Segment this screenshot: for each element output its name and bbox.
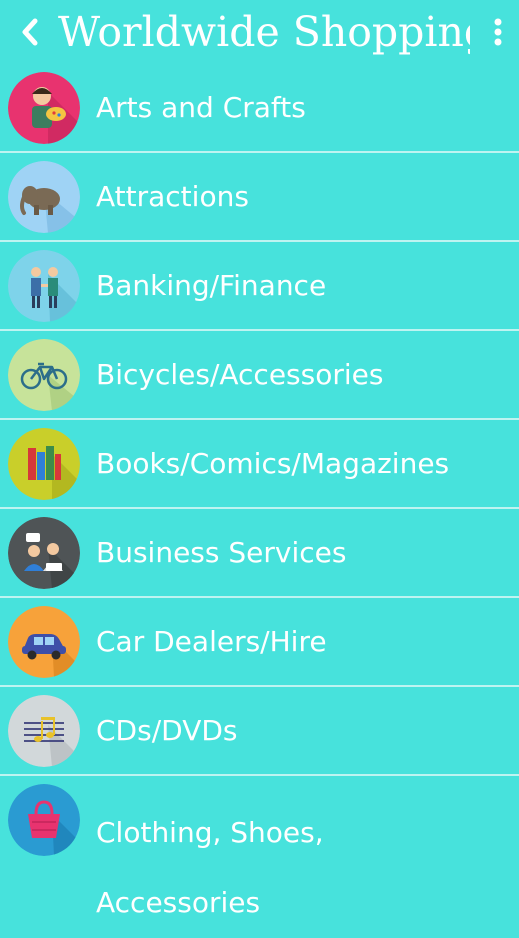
- category-label: Clothing, Shoes, Accessories: [96, 816, 324, 919]
- category-label: Books/Comics/Magazines: [96, 447, 450, 480]
- page-title: Worldwide Shopping: [58, 8, 470, 56]
- category-avatar: [8, 339, 80, 411]
- list-item-car-dealers-hire[interactable]: Car Dealers/Hire: [0, 598, 519, 687]
- category-avatar: [8, 606, 80, 678]
- category-label: Attractions: [96, 180, 249, 213]
- books-icon: [8, 428, 80, 500]
- back-button[interactable]: [14, 16, 46, 48]
- list-item-business-services[interactable]: Business Services: [0, 509, 519, 598]
- category-label: CDs/DVDs: [96, 714, 238, 747]
- app-bar: Worldwide Shopping: [0, 0, 519, 64]
- business-people-icon: [8, 517, 80, 589]
- handshake-icon: [8, 250, 80, 322]
- car-icon: [8, 606, 80, 678]
- category-label: Banking/Finance: [96, 269, 327, 302]
- painter-icon: [8, 72, 80, 144]
- more-vertical-icon: [494, 18, 502, 46]
- category-list: Arts and Crafts Attractions Banking/Fina…: [0, 64, 519, 919]
- elephant-icon: [8, 161, 80, 233]
- category-avatar: [8, 161, 80, 233]
- list-item-bicycles-accessories[interactable]: Bicycles/Accessories: [0, 331, 519, 420]
- category-label: Bicycles/Accessories: [96, 358, 384, 391]
- shopping-bag-icon: [8, 784, 80, 856]
- chevron-left-icon: [22, 18, 38, 46]
- list-item-cds-dvds[interactable]: CDs/DVDs: [0, 687, 519, 776]
- category-label: Business Services: [96, 536, 347, 569]
- category-avatar: [8, 517, 80, 589]
- category-avatar: [8, 72, 80, 144]
- list-item-attractions[interactable]: Attractions: [0, 153, 519, 242]
- category-avatar: [8, 428, 80, 500]
- list-item-banking-finance[interactable]: Banking/Finance: [0, 242, 519, 331]
- overflow-menu-button[interactable]: [484, 14, 512, 50]
- bicycle-icon: [8, 339, 80, 411]
- category-label: Arts and Crafts: [96, 91, 306, 124]
- list-item-arts-and-crafts[interactable]: Arts and Crafts: [0, 64, 519, 153]
- music-notes-icon: [8, 695, 80, 767]
- category-avatar: [8, 695, 80, 767]
- category-label: Car Dealers/Hire: [96, 625, 327, 658]
- list-item-clothing-shoes-accessories[interactable]: Clothing, Shoes, Accessories: [0, 776, 519, 919]
- list-item-books-comics-magazines[interactable]: Books/Comics/Magazines: [0, 420, 519, 509]
- category-avatar: [8, 784, 80, 856]
- category-avatar: [8, 250, 80, 322]
